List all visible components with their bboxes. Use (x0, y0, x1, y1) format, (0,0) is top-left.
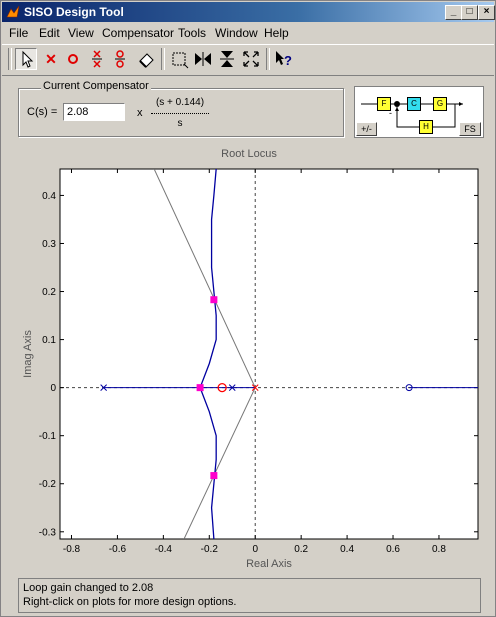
menu-help[interactable]: Help (264, 26, 289, 40)
menu-compensator[interactable]: Compensator (102, 26, 174, 40)
gain-input[interactable] (63, 103, 125, 121)
x-tick-label: -0.2 (201, 544, 219, 555)
toolbar-grip (8, 48, 12, 70)
arrow-select-icon[interactable] (15, 48, 37, 70)
x-tick-label: 0 (252, 544, 258, 555)
minimize-button[interactable]: _ (445, 5, 462, 20)
menu-edit[interactable]: Edit (39, 26, 60, 40)
status-line-2: Right-click on plots for more design opt… (23, 596, 237, 608)
y-tick-label: 0 (50, 383, 56, 394)
toolbar-separator (266, 48, 270, 70)
toolbar-separator (161, 48, 165, 70)
compensator-legend: Current Compensator (41, 80, 151, 92)
block-c[interactable]: C (407, 97, 421, 111)
fs-button[interactable]: FS (459, 122, 481, 136)
add-zero-icon[interactable] (62, 48, 84, 70)
close-button[interactable]: × (478, 5, 495, 20)
times-symbol: x (137, 107, 143, 119)
fit-icon[interactable] (240, 48, 262, 70)
toolbar: ✕ ? (2, 44, 494, 76)
x-tick-label: 0.2 (294, 544, 308, 555)
fraction-line (151, 113, 209, 114)
minus-sign: - (389, 108, 392, 118)
add-complex-pole-icon[interactable] (87, 48, 109, 70)
svg-text:?: ? (284, 53, 292, 68)
block-g[interactable]: G (433, 97, 447, 111)
zoom-y-icon[interactable] (216, 48, 238, 70)
menu-window[interactable]: Window (215, 26, 258, 40)
y-tick-label: 0.3 (42, 239, 56, 250)
x-tick-label: -0.8 (63, 544, 81, 555)
y-tick-label: -0.2 (39, 479, 57, 490)
x-axis-label: Real Axis (246, 558, 292, 570)
add-complex-zero-icon[interactable] (110, 48, 132, 70)
eraser-icon[interactable] (135, 48, 157, 70)
compensator-denominator[interactable]: s (151, 118, 209, 129)
window-title: SISO Design Tool (24, 5, 124, 19)
y-tick-label: 0.1 (42, 335, 56, 346)
root-locus-plot[interactable]: -0.8 -0.6 -0.4 -0.2 0 0.2 0.4 0.6 0.8 0.4 0.3 0.2 0.… (1, 161, 496, 586)
closed-loop-pole (210, 472, 218, 480)
status-bar: Loop gain changed to 2.08 Right-click on… (18, 578, 481, 613)
y-axis-label: Imag Axis (22, 330, 34, 378)
matlab-logo-icon (6, 5, 20, 18)
maximize-button[interactable]: □ (461, 5, 478, 20)
x-tick-label: -0.6 (109, 544, 127, 555)
y-tick-label: -0.1 (39, 431, 57, 442)
plot-title: Root Locus (221, 148, 277, 160)
menu-view[interactable]: View (68, 26, 94, 40)
y-tick-label: 0.4 (42, 191, 56, 202)
feedback-diagram: F C G H - +/- FS (354, 86, 484, 138)
zoom-x-icon[interactable] (192, 48, 214, 70)
sign-toggle-button[interactable]: +/- (356, 122, 377, 136)
menu-bar: File Edit View Compensator Tools Window … (2, 23, 494, 42)
whats-this-icon[interactable]: ? (273, 48, 295, 70)
closed-loop-pole (196, 384, 204, 392)
add-pole-icon[interactable]: ✕ (40, 48, 62, 70)
title-bar: SISO Design Tool _ □ × (2, 2, 495, 22)
x-tick-label: 0.6 (386, 544, 400, 555)
app-window: SISO Design Tool _ □ × File Edit View Co… (0, 0, 496, 617)
zoom-box-icon[interactable] (168, 48, 190, 70)
block-h[interactable]: H (419, 120, 433, 134)
y-tick-label: 0.2 (42, 287, 56, 298)
cs-label: C(s) = (27, 106, 58, 118)
menu-file[interactable]: File (9, 26, 28, 40)
compensator-numerator[interactable]: (s + 0.144) (151, 97, 209, 108)
menu-tools[interactable]: Tools (178, 26, 206, 40)
y-tick-label: -0.3 (39, 527, 57, 538)
x-tick-label: 0.4 (340, 544, 354, 555)
x-tick-label: -0.4 (155, 544, 173, 555)
closed-loop-pole (210, 296, 218, 304)
status-line-1: Loop gain changed to 2.08 (23, 582, 154, 594)
plot-area (59, 168, 479, 540)
x-tick-label: 0.8 (432, 544, 446, 555)
